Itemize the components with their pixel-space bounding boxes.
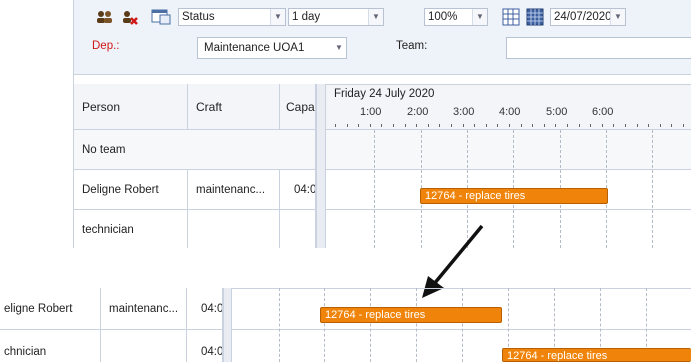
hour-gridline [652,130,653,248]
team-members-icon[interactable] [96,10,112,24]
timeline-tick-mark [451,124,452,127]
timeline-tick-label: 3:00 [453,106,475,118]
hour-gridline [279,288,280,362]
hour-gridline [462,288,463,362]
chevron-down-icon[interactable]: ▼ [472,9,487,25]
timeline-tick-mark [370,124,371,127]
team-group-label: No team [82,144,126,156]
department-select[interactable]: Maintenance UOA1 ▼ [197,37,347,59]
status-select-value: Status [182,11,215,23]
chevron-down-icon[interactable]: ▼ [270,9,285,25]
team-label: Team: [396,40,428,52]
timeline-tick-mark [497,124,498,127]
month-grid-icon[interactable] [526,8,544,26]
calendar-view-icon[interactable] [151,9,171,25]
timeline-tick-mark [521,124,522,127]
column-header-capacity[interactable]: Capa [280,84,316,130]
zoom-row-capacity: 04:0 [187,330,223,362]
timeline-tick-mark [509,124,510,127]
date-picker[interactable]: 24/07/2020 ▼ [550,8,626,26]
pane-splitter[interactable] [316,84,326,248]
chevron-down-icon[interactable]: ▼ [610,9,625,25]
task-bar[interactable]: 12764 - replace tires [420,188,608,204]
timeline-date-heading: Friday 24 July 2020 [334,88,435,100]
zoom-task-bar[interactable]: 12764 - replace tires [320,307,502,323]
timeline-tick-mark [347,124,348,127]
table-row-capacity: 04:0 [280,170,316,210]
hour-gridline [374,130,375,248]
date-picker-value: 24/07/2020 [554,11,612,23]
timeline-tick-mark [567,124,568,127]
zoom-row-capacity: 04:0 [187,288,223,330]
zoom-select-value: 100% [428,11,458,23]
status-select[interactable]: Status ▼ [178,8,286,26]
timeline-tick-label: 4:00 [499,106,521,118]
timeline-tick-mark [474,124,475,127]
timeline-row-team [326,130,691,170]
table-row-capacity [280,210,316,248]
zoom-row-craft [101,330,187,362]
timeline-tick-mark [637,124,638,127]
duration-select[interactable]: 1 day ▼ [288,8,384,26]
timeline-tick-mark [579,124,580,127]
chevron-down-icon[interactable]: ▼ [368,9,383,25]
timeline-tick-mark [405,124,406,127]
timeline-tick-mark [602,124,603,127]
chevron-down-icon[interactable]: ▼ [332,38,346,58]
zoom-row-person[interactable]: chnician [0,330,101,362]
timeline-tick-label: 5:00 [546,106,568,118]
team-group-row[interactable]: No team [74,130,316,170]
timeline-tick-mark [613,124,614,127]
timeline-tick-mark [463,124,464,127]
timeline-tick-mark [358,124,359,127]
timeline-tick-label: 1:00 [360,106,382,118]
timeline-tick-mark [416,124,417,127]
table-row-craft: maintenanc... [188,170,280,210]
duration-select-value: 1 day [292,11,321,23]
timeline-tick-label: 6:00 [592,106,614,118]
department-select-value: Maintenance UOA1 [204,42,305,54]
timeline-tick-mark [590,124,591,127]
timeline-tick-mark [439,124,440,127]
timeline-tick-mark [381,124,382,127]
timeline-tick-mark [555,124,556,127]
hour-gridline [324,288,325,362]
remove-member-icon[interactable] [121,10,138,25]
table-row-person[interactable]: technician [74,210,188,248]
zoom-select[interactable]: 100% ▼ [424,8,488,26]
zoom-task-bar-second[interactable]: 12764 - replace tires [502,348,691,362]
timeline-tick-mark [544,124,545,127]
timeline-tick-mark [486,124,487,127]
timeline-tick-mark [532,124,533,127]
timeline-tick-mark [335,124,336,127]
table-row-person[interactable]: Deligne Robert [74,170,188,210]
timeline-tick-mark [428,124,429,127]
hour-gridline [416,288,417,362]
hour-gridline [370,288,371,362]
timeline-tick-mark [660,124,661,127]
timeline-tick-mark [683,124,684,127]
column-header-person[interactable]: Person [74,84,188,130]
timeline-tick-mark [625,124,626,127]
team-select[interactable] [506,37,691,59]
zoom-row-craft: maintenanc... [101,288,187,330]
dep-label: Dep.: [92,40,120,52]
timeline-tick-mark [393,124,394,127]
timeline-tick-mark [648,124,649,127]
week-grid-icon[interactable] [502,8,520,26]
table-row-craft [188,210,280,248]
zoom-pane-splitter[interactable] [223,288,232,362]
timeline-tick-mark [671,124,672,127]
timeline-tick-label: 2:00 [407,106,429,118]
column-header-craft[interactable]: Craft [188,84,280,130]
zoom-row-person[interactable]: eligne Robert [0,288,101,330]
